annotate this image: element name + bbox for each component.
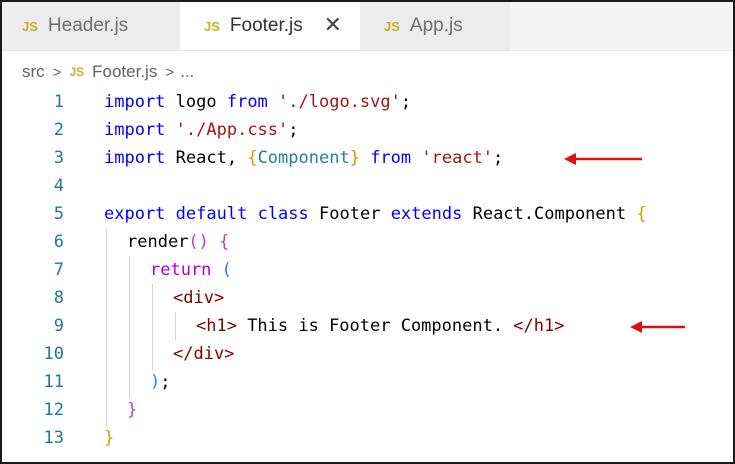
line-number: 3 <box>53 148 64 168</box>
line-number: 4 <box>53 176 64 196</box>
line-number: 1 <box>53 92 64 112</box>
tab-bar: JS Header.js JS Footer.js ✕ JS App.js <box>2 2 733 51</box>
code-line[interactable]: 2 import './App.css'; <box>2 116 733 144</box>
code-text: <div> <box>173 288 225 308</box>
chevron-right-icon: > <box>165 63 175 81</box>
line-number: 13 <box>43 428 64 448</box>
editor-window: JS Header.js JS Footer.js ✕ JS App.js sr… <box>0 0 735 464</box>
tab-app-js[interactable]: JS App.js <box>360 2 510 50</box>
line-number: 9 <box>53 316 64 336</box>
code-text: } <box>127 400 138 420</box>
arrow-annotation <box>630 321 685 333</box>
javascript-file-icon: JS <box>204 18 220 34</box>
code-line[interactable]: 7 return ( <box>2 256 733 284</box>
code-text: render() { <box>127 232 230 252</box>
code-text: } <box>104 428 115 448</box>
code-line[interactable]: 1 import logo from './logo.svg'; <box>2 88 733 116</box>
code-text: </div> <box>173 344 235 364</box>
chevron-right-icon: > <box>52 63 62 81</box>
code-text: <h1> This is Footer Component. </h1> <box>196 316 565 336</box>
code-line[interactable]: 9 <h1> This is Footer Component. </h1> <box>2 312 733 340</box>
tab-label: Header.js <box>47 15 129 36</box>
breadcrumb: src > JS Footer.js > ... <box>22 60 194 84</box>
code-line[interactable]: 11 ); <box>2 368 733 396</box>
line-number: 11 <box>43 372 64 392</box>
tab-header-js[interactable]: JS Header.js <box>2 2 180 50</box>
close-icon[interactable]: ✕ <box>324 12 342 38</box>
breadcrumb-symbols[interactable]: ... <box>180 62 194 82</box>
line-number: 7 <box>53 260 64 280</box>
tab-label: Footer.js <box>229 15 303 36</box>
breadcrumb-folder[interactable]: src <box>22 62 45 82</box>
breadcrumb-file[interactable]: Footer.js <box>92 62 157 82</box>
code-text: import './App.css'; <box>104 120 299 140</box>
javascript-file-icon: JS <box>69 65 85 79</box>
line-number: 6 <box>53 232 64 252</box>
line-number: 5 <box>53 204 64 224</box>
code-line[interactable]: 6 render() { <box>2 228 733 256</box>
line-number: 2 <box>53 120 64 140</box>
code-line[interactable]: 8 <div> <box>2 284 733 312</box>
code-text: return ( <box>150 260 232 280</box>
tab-footer-js[interactable]: JS Footer.js ✕ <box>180 2 360 50</box>
line-number: 8 <box>53 288 64 308</box>
code-text: ); <box>150 372 171 392</box>
code-line[interactable]: 5 export default class Footer extends Re… <box>2 200 733 228</box>
arrow-annotation <box>564 153 642 165</box>
code-text: import React, {Component} from 'react'; <box>104 148 504 168</box>
javascript-file-icon: JS <box>384 18 400 34</box>
tab-label: App.js <box>409 15 463 36</box>
line-number: 10 <box>43 344 64 364</box>
javascript-file-icon: JS <box>22 18 38 34</box>
line-number: 12 <box>43 400 64 420</box>
code-line[interactable]: 13 } <box>2 424 733 452</box>
code-text: import logo from './logo.svg'; <box>104 92 412 112</box>
code-text: export default class Footer extends Reac… <box>104 204 647 224</box>
code-line[interactable]: 10 </div> <box>2 340 733 368</box>
code-line[interactable]: 12 } <box>2 396 733 424</box>
code-line[interactable]: 4 <box>2 172 733 200</box>
